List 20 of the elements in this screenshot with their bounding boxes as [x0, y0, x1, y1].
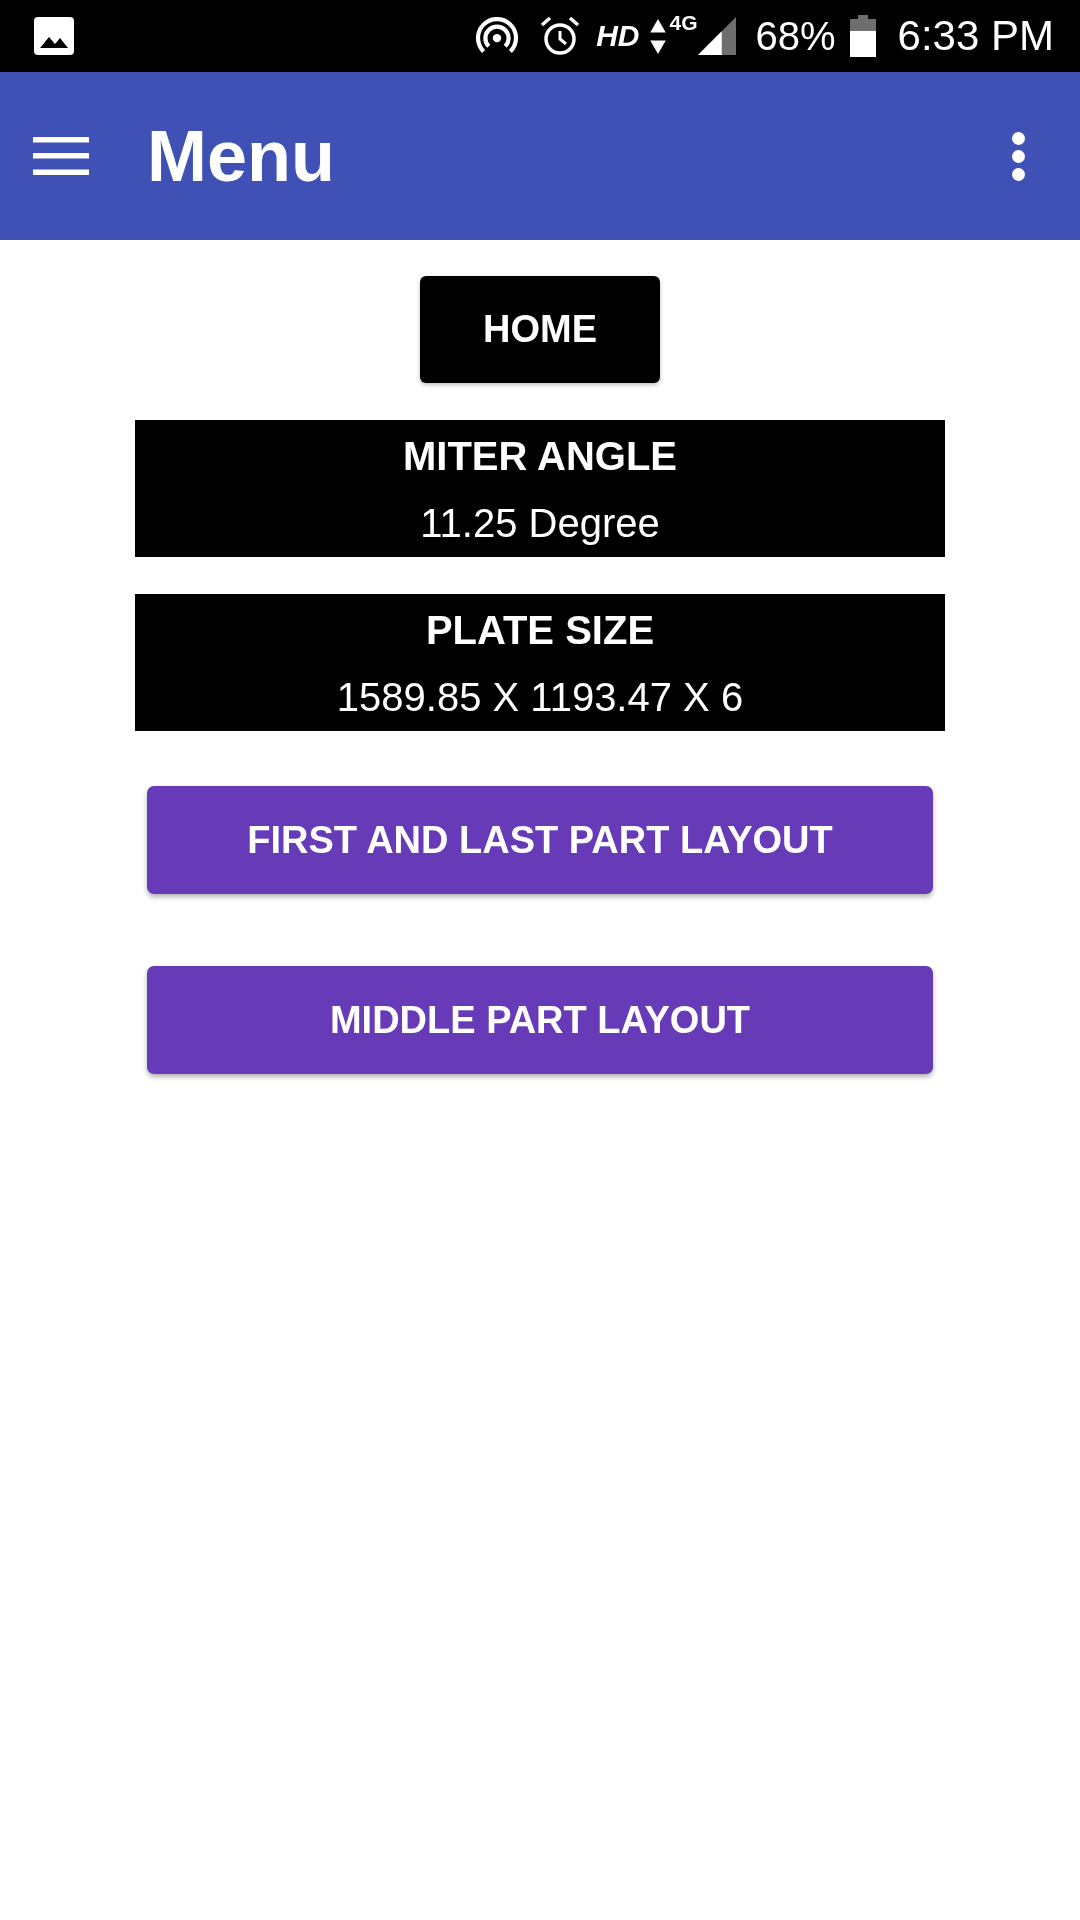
layout-button[interactable]: MIDDLE PART LAYOUT: [147, 966, 933, 1074]
panel-heading: MITER ANGLE: [402, 433, 678, 480]
hotspot-icon: [474, 17, 521, 55]
home-button[interactable]: HOME: [420, 276, 660, 383]
more-options-icon[interactable]: [1012, 131, 1025, 181]
alarm-clock-icon: [540, 16, 581, 56]
panel-heading: PLATE SIZE: [425, 607, 655, 654]
layout-button[interactable]: FIRST AND LAST PART LAYOUT: [147, 786, 933, 894]
signal-strength-icon: [697, 17, 736, 55]
up-down-arrows-icon: [649, 18, 666, 54]
battery-icon: [849, 15, 876, 57]
app-bar-title: Menu: [147, 116, 335, 196]
image-icon: [34, 17, 74, 55]
panel-value: 1589.85 X 1193.47 X 6: [336, 674, 744, 721]
clock-time: 6:33 PM: [897, 13, 1054, 59]
menu-icon[interactable]: [33, 137, 89, 175]
network-type-label: 4G: [669, 12, 698, 34]
battery-percentage: 68%: [755, 14, 836, 58]
hd-label: HD: [596, 20, 640, 52]
panel-value: 11.25 Degree: [420, 500, 660, 547]
